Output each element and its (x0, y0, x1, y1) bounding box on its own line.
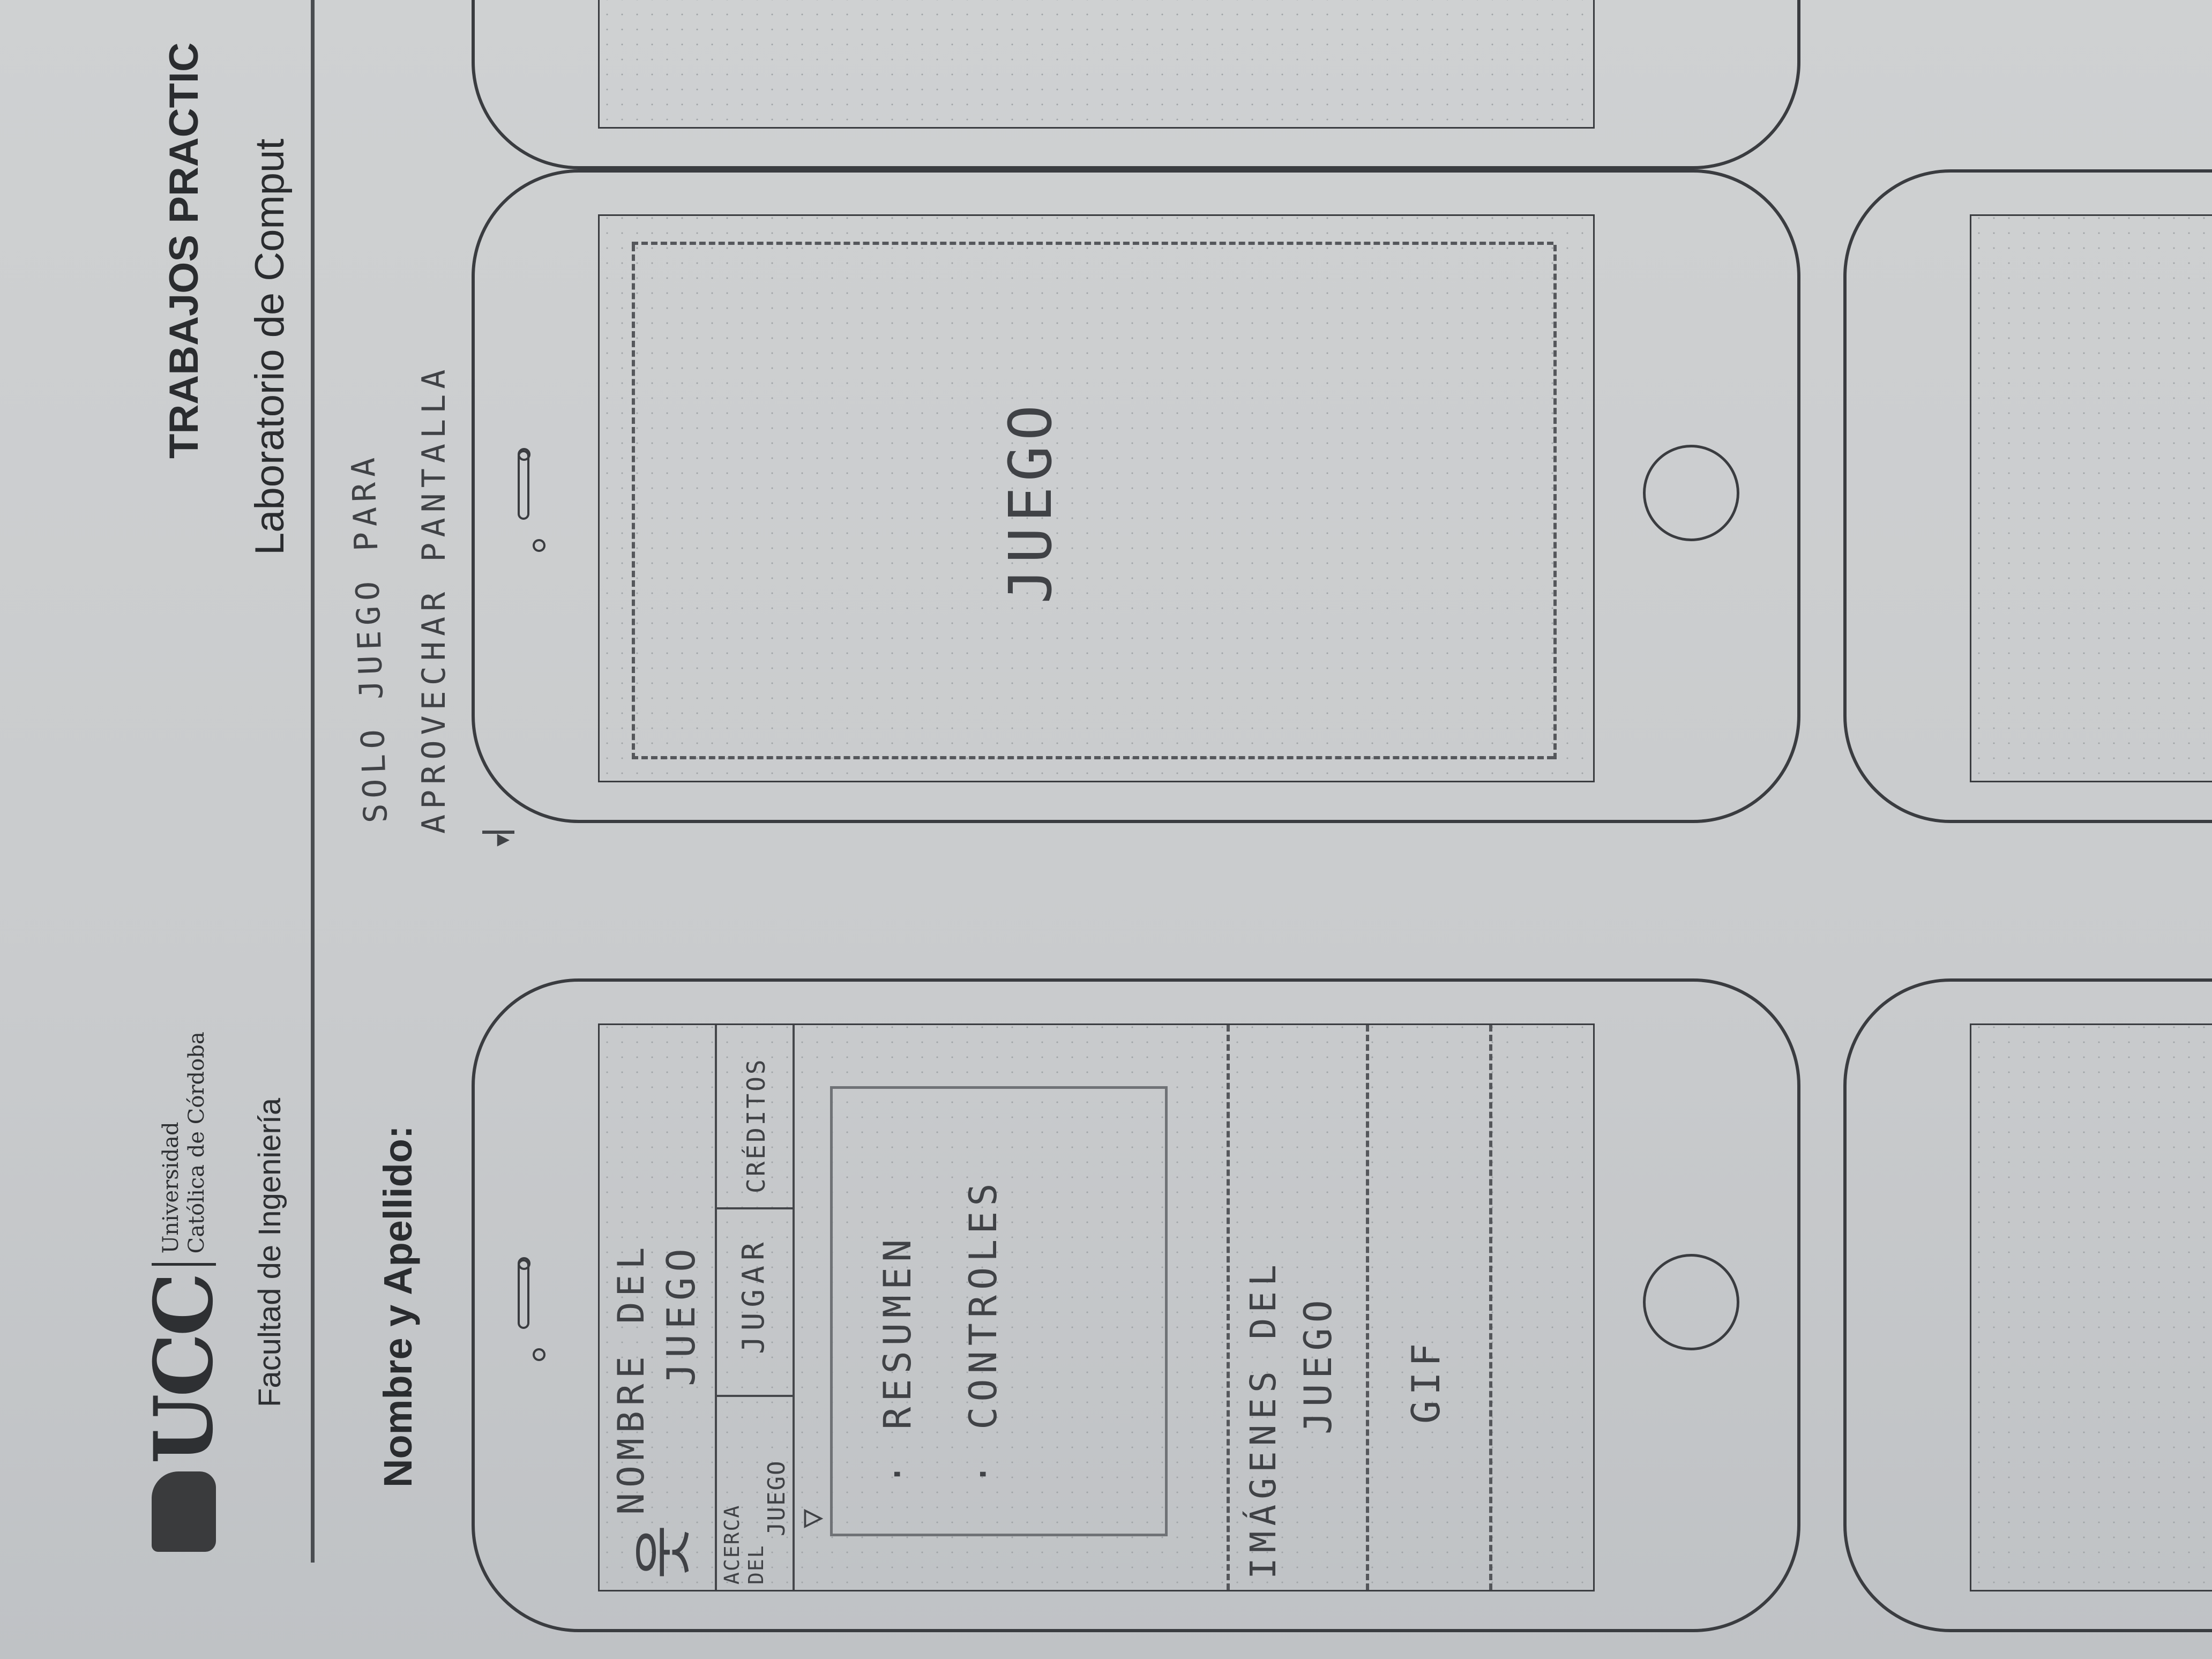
game-title-line-1: NOMBRE DEL (610, 1242, 653, 1515)
game-area-right (632, 242, 1553, 245)
game-area-bottom (1553, 245, 1557, 759)
person-sketch-icon: 웃 (630, 1519, 698, 1579)
nav-tab-divider-2 (715, 1207, 793, 1209)
game-screen: JUEGO (598, 214, 1595, 782)
logo-text: UCC (137, 1275, 231, 1464)
game-area-top (632, 245, 635, 759)
tab-selected-caret-icon: ▽ (793, 1503, 830, 1528)
university-line-2: Católica de Córdoba (184, 1032, 209, 1254)
speaker-icon (518, 450, 529, 520)
tab-credits[interactable]: CRÉDITOS (742, 1057, 771, 1193)
blank-screen (598, 0, 1595, 129)
blank-screen (1970, 214, 2212, 782)
practical-work-title: TRABAJOS PRACTIC (161, 42, 207, 459)
paper-sheet: UCC Universidad Católica de Córdoba Facu… (0, 0, 2212, 1659)
blank-screen (1970, 1023, 2212, 1591)
ucc-emblem-icon (152, 1471, 216, 1552)
game-title-line-2: JUEGO (659, 1243, 704, 1386)
lab-subtitle: Laboratorio de Comput (247, 138, 293, 555)
tab-about-line-3[interactable]: JUEGO (763, 1460, 790, 1536)
phone-partial-bottom-right (1843, 169, 2212, 823)
phone-home-wireframe: 웃 NOMBRE DEL JUEGO ACERCA DEL JUEGO JUGA… (472, 978, 1800, 1632)
university-name: Universidad Católica de Córdoba (158, 1032, 210, 1253)
game-images-line-1: IMÁGENES DEL (1243, 1259, 1284, 1579)
nav-tab-divider-1 (715, 1395, 793, 1397)
university-line-1: Universidad (159, 1122, 183, 1254)
tab-play[interactable]: JUGAR (736, 1237, 771, 1354)
home-button-icon (1643, 1254, 1739, 1350)
front-camera-icon (533, 1348, 545, 1361)
game-area-left (632, 756, 1553, 759)
ucc-logo: UCC Universidad Católica de Córdoba (137, 1032, 231, 1552)
gif-label: GIF (1403, 1337, 1448, 1424)
annotation-line-2: APROVECHAR PANTALLA (415, 364, 453, 834)
arrow-head-icon: ▾ (482, 825, 520, 850)
phone-partial-left-top (472, 0, 1800, 169)
images-area-top (1227, 1025, 1230, 1590)
name-label: Nombre y Apellido: (376, 1125, 420, 1488)
game-images-line-2: JUEGO (1296, 1295, 1340, 1434)
summary-box: · RESUMEN · CONTROLES (830, 1086, 1168, 1536)
game-label: JUEGO (996, 399, 1065, 604)
controls-item: · CONTROLES (961, 1178, 1005, 1485)
home-screen: 웃 NOMBRE DEL JUEGO ACERCA DEL JUEGO JUGA… (598, 1023, 1595, 1591)
tab-about-line-1[interactable]: ACERCA (720, 1505, 744, 1585)
home-button-icon (1643, 445, 1739, 541)
images-area-mid (1366, 1025, 1369, 1590)
phone-game-wireframe: JUEGO (472, 169, 1800, 823)
images-area-bottom (1489, 1025, 1492, 1590)
faculty-name: Facultad de Ingeniería (252, 1097, 287, 1407)
annotation-line-1: SOLO JUEGO PARA (344, 452, 395, 824)
summary-item: · RESUMEN (876, 1234, 920, 1485)
speaker-icon (518, 1259, 529, 1329)
tab-about-line-2[interactable]: DEL (744, 1544, 768, 1585)
header-rule (311, 0, 315, 1563)
front-camera-icon (533, 539, 545, 552)
header-line (715, 1025, 717, 1590)
logo-divider (152, 1263, 216, 1266)
phone-partial-bottom-left (1843, 978, 2212, 1632)
